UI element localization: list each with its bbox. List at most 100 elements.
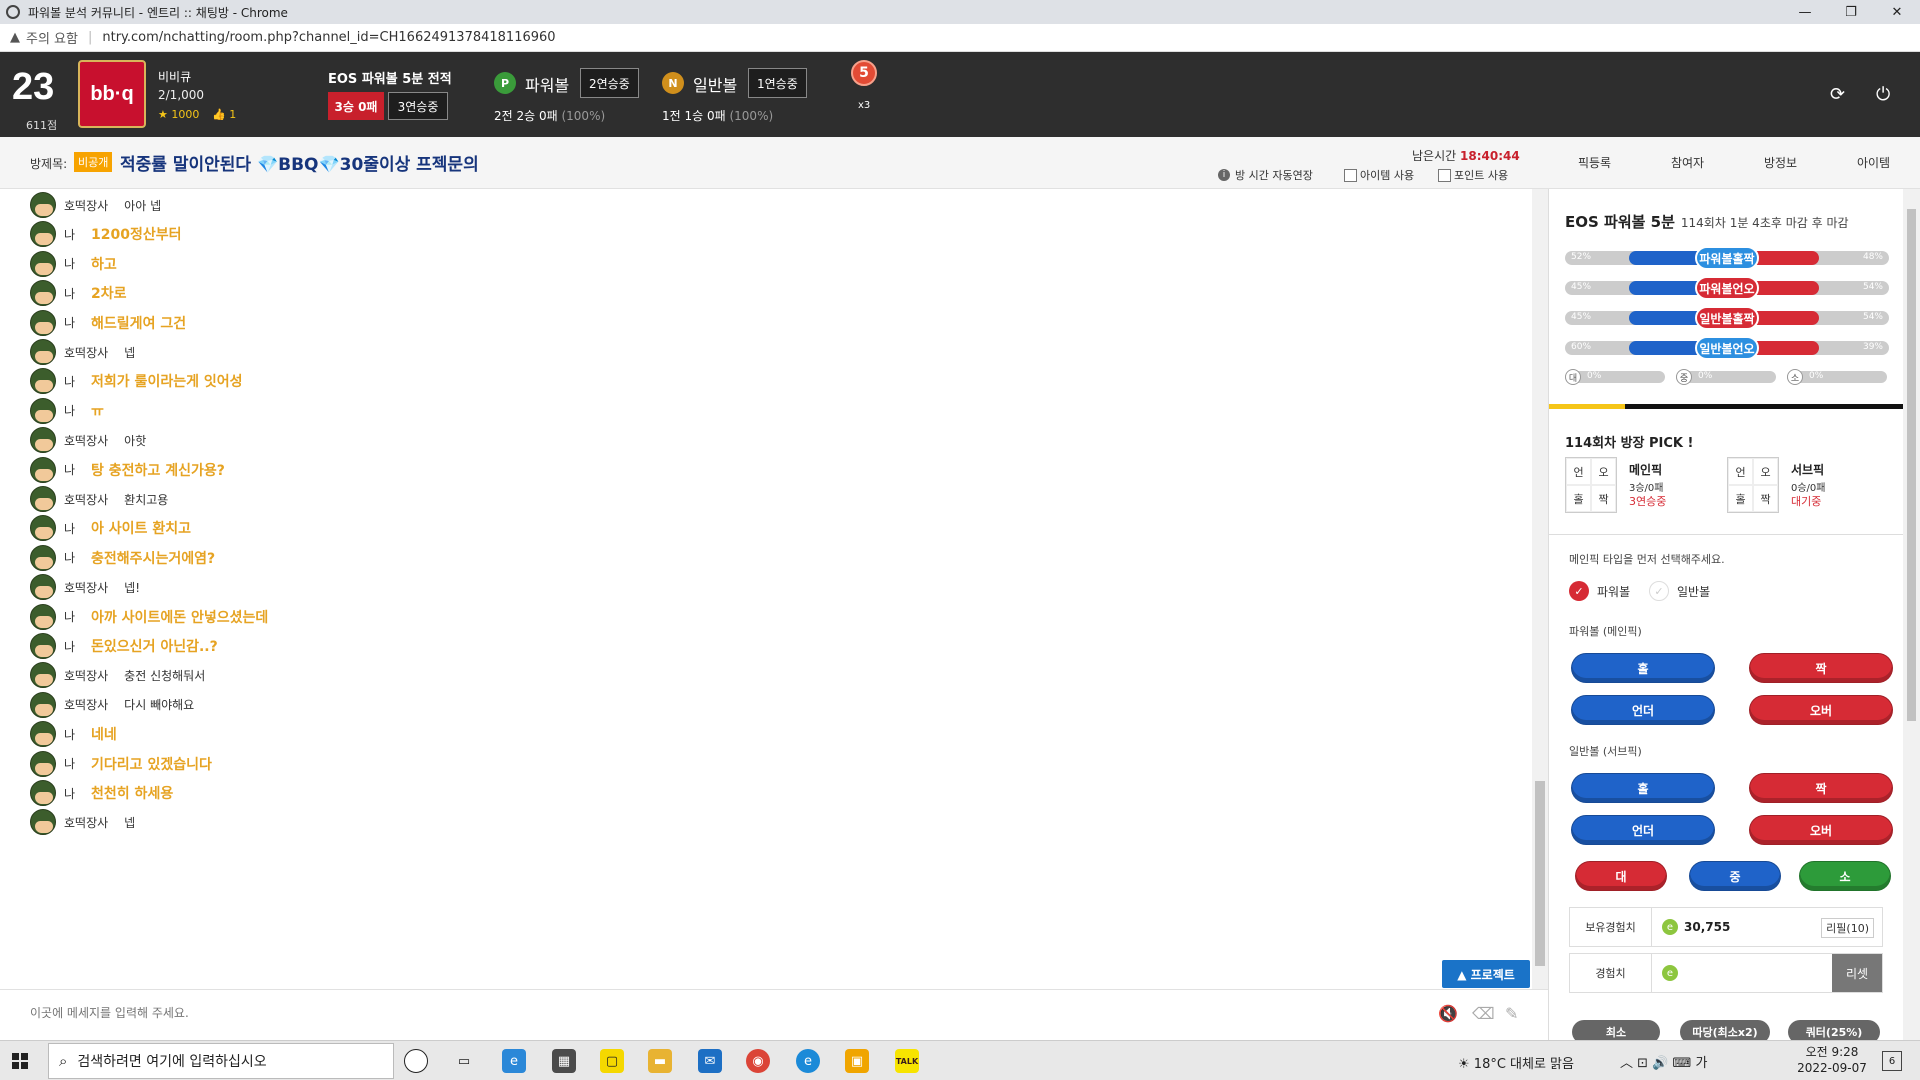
- chat-nickname[interactable]: 호떡장사: [64, 344, 108, 361]
- security-warning[interactable]: 주의 요함: [26, 28, 78, 47]
- eraser-icon[interactable]: ⌫: [1472, 1004, 1495, 1023]
- user-avatar-icon[interactable]: [30, 515, 56, 542]
- chat-nickname[interactable]: 나: [64, 755, 75, 772]
- main-even-button[interactable]: 짝: [1749, 653, 1893, 683]
- chat-nickname[interactable]: 나: [64, 608, 75, 625]
- auto-extend-option[interactable]: i 방 시간 자동연장: [1218, 167, 1313, 183]
- main-under-button[interactable]: 언더: [1571, 695, 1715, 725]
- tab-items[interactable]: 아이템: [1827, 137, 1920, 188]
- user-avatar-icon[interactable]: [30, 633, 56, 659]
- restore-icon[interactable]: ❐: [1828, 0, 1874, 24]
- user-avatar-icon[interactable]: [30, 221, 56, 248]
- keyboard-icon[interactable]: ⌨: [1673, 1056, 1692, 1071]
- tab-room-info[interactable]: 방정보: [1734, 137, 1827, 188]
- tab-participants[interactable]: 참여자: [1641, 137, 1734, 188]
- chat-nickname[interactable]: 나: [64, 638, 75, 655]
- weather-widget[interactable]: ☀ 18°C 대체로 맑음: [1458, 1053, 1574, 1072]
- user-avatar-icon[interactable]: [30, 339, 56, 365]
- chat-log[interactable]: 호떡장사 아아 넵 나 1200정산부터 나 하고 나 2차로 나 해드릴게여 그건 호떡장사 넵 나 저…: [0, 189, 1532, 989]
- radio-normalball[interactable]: ✓ 일반볼: [1649, 581, 1710, 601]
- magic-wand-icon[interactable]: ✎: [1505, 1004, 1518, 1023]
- chat-scrollbar-thumb[interactable]: [1535, 781, 1545, 966]
- tab-pick-register[interactable]: 픽등록: [1548, 137, 1641, 188]
- chat-nickname[interactable]: 나: [64, 255, 75, 272]
- taskbar-clock[interactable]: 오전 9:28 2022-09-07: [1792, 1044, 1872, 1076]
- medium-button[interactable]: 중: [1689, 861, 1781, 891]
- refill-button[interactable]: 리필(10): [1821, 918, 1874, 938]
- cortana-icon[interactable]: [404, 1049, 428, 1073]
- chat-scrollbar[interactable]: [1532, 189, 1548, 989]
- network-icon[interactable]: ⊡: [1637, 1056, 1648, 1071]
- taskbar-search[interactable]: ⌕ 검색하려면 여기에 입력하십시오: [48, 1043, 394, 1079]
- chat-nickname[interactable]: 호떡장사: [64, 814, 108, 831]
- system-tray[interactable]: ︿ ⊡ 🔊 ⌨ 가: [1620, 1052, 1707, 1071]
- reset-button[interactable]: 리셋: [1832, 954, 1882, 992]
- item-use-checkbox[interactable]: 아이템 사용: [1344, 167, 1414, 183]
- sub-under-button[interactable]: 언더: [1571, 815, 1715, 845]
- chat-nickname[interactable]: 나: [64, 226, 75, 243]
- checkbox-icon[interactable]: [1344, 168, 1357, 182]
- notification-icon[interactable]: 6: [1882, 1051, 1902, 1071]
- mute-icon[interactable]: 🔇: [1438, 1004, 1458, 1023]
- url-text[interactable]: ntry.com/nchatting/room.php?channel_id=C…: [102, 30, 555, 45]
- calculator-icon[interactable]: ▦: [552, 1049, 576, 1073]
- edge-icon[interactable]: e: [796, 1049, 820, 1073]
- close-icon[interactable]: ✕: [1874, 0, 1920, 24]
- check-icon[interactable]: ✓: [1569, 581, 1589, 601]
- user-avatar-icon[interactable]: [30, 309, 56, 336]
- user-avatar-icon[interactable]: [30, 456, 56, 483]
- chat-nickname[interactable]: 호떡장사: [64, 696, 108, 713]
- chrome-icon[interactable]: ◉: [746, 1049, 770, 1073]
- chat-nickname[interactable]: 나: [64, 314, 75, 331]
- checkbox-icon[interactable]: [1438, 168, 1451, 182]
- chat-nickname[interactable]: 호떡장사: [64, 579, 108, 596]
- exp-input-row[interactable]: 경험치 e 리셋: [1569, 953, 1883, 993]
- sub-over-button[interactable]: 오버: [1749, 815, 1893, 845]
- user-avatar-icon[interactable]: [30, 750, 56, 777]
- user-avatar-icon[interactable]: [30, 809, 56, 836]
- small-button[interactable]: 소: [1799, 861, 1891, 891]
- task-view-icon[interactable]: ▭: [452, 1049, 476, 1073]
- protect-button[interactable]: ▲ 프로젝트: [1442, 960, 1530, 988]
- panel-scrollbar[interactable]: [1903, 189, 1920, 1040]
- ie-icon[interactable]: e: [502, 1049, 526, 1073]
- user-avatar-icon[interactable]: [30, 691, 56, 718]
- file-explorer-icon[interactable]: ▬: [648, 1049, 672, 1073]
- chat-nickname[interactable]: 나: [64, 726, 75, 743]
- radio-powerball[interactable]: ✓ 파워볼: [1569, 581, 1630, 601]
- user-avatar-icon[interactable]: [30, 280, 56, 307]
- warning-icon[interactable]: ▲: [10, 30, 20, 45]
- chat-nickname[interactable]: 호떡장사: [64, 197, 108, 214]
- user-avatar-icon[interactable]: [30, 368, 56, 395]
- kakaotalk-icon[interactable]: TALK: [895, 1049, 919, 1073]
- user-avatar-icon[interactable]: [30, 486, 56, 512]
- chat-nickname[interactable]: 나: [64, 520, 75, 537]
- chat-nickname[interactable]: 나: [64, 785, 75, 802]
- user-avatar-icon[interactable]: [30, 721, 56, 748]
- chat-nickname[interactable]: 나: [64, 549, 75, 566]
- sub-odd-button[interactable]: 홀: [1571, 773, 1715, 803]
- mail-icon[interactable]: ✉: [698, 1049, 722, 1073]
- user-avatar-icon[interactable]: [30, 574, 56, 601]
- refresh-icon[interactable]: ⟳: [1830, 84, 1845, 105]
- user-avatar-icon[interactable]: [30, 544, 56, 571]
- check-icon[interactable]: ✓: [1649, 581, 1669, 601]
- user-avatar-icon[interactable]: [30, 397, 56, 424]
- address-bar[interactable]: ▲ 주의 요함 | ntry.com/nchatting/room.php?ch…: [0, 24, 1920, 52]
- volume-icon[interactable]: 🔊: [1652, 1056, 1668, 1071]
- user-avatar-icon[interactable]: [30, 780, 56, 806]
- sub-even-button[interactable]: 짝: [1749, 773, 1893, 803]
- user-avatar-icon[interactable]: [30, 603, 56, 630]
- point-use-checkbox[interactable]: 포인트 사용: [1438, 167, 1508, 183]
- chat-nickname[interactable]: 호떡장사: [64, 432, 108, 449]
- main-odd-button[interactable]: 홀: [1571, 653, 1715, 683]
- large-button[interactable]: 대: [1575, 861, 1667, 891]
- sticky-notes-icon[interactable]: ▢: [600, 1049, 624, 1073]
- chat-nickname[interactable]: 나: [64, 285, 75, 302]
- user-avatar-icon[interactable]: [30, 250, 56, 277]
- ime-indicator[interactable]: 가: [1695, 1056, 1707, 1071]
- windows-start-icon[interactable]: [12, 1053, 28, 1069]
- user-avatar-icon[interactable]: [30, 662, 56, 689]
- chat-input[interactable]: [30, 1006, 830, 1020]
- chat-nickname[interactable]: 나: [64, 461, 75, 478]
